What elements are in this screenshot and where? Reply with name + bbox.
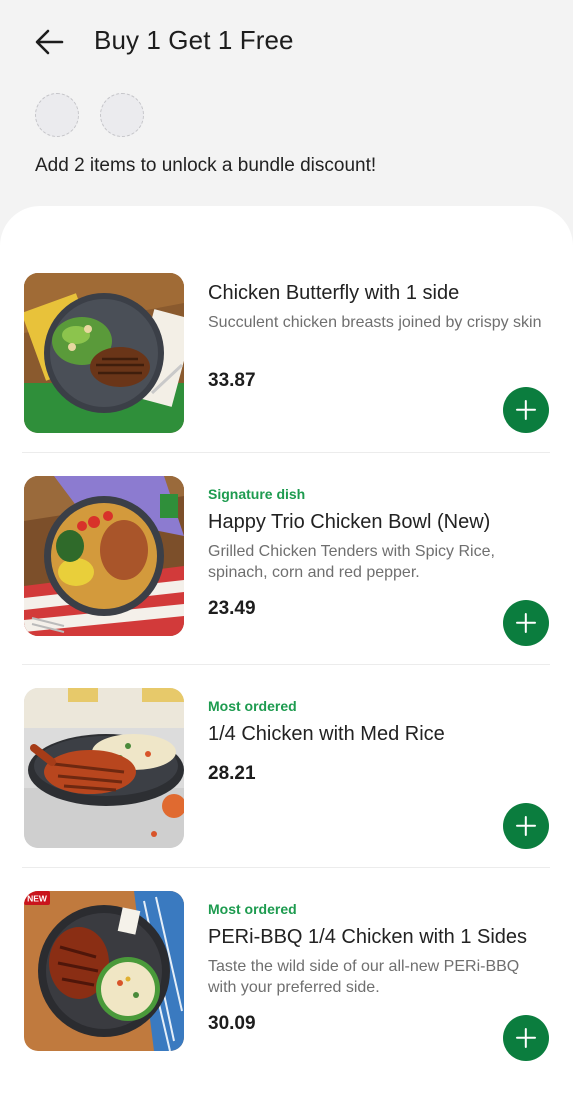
menu-item[interactable]: Signature dish Happy Trio Chicken Bowl (… — [0, 463, 573, 668]
page-title: Buy 1 Get 1 Free — [94, 25, 294, 55]
add-item-button[interactable] — [503, 387, 549, 433]
back-button[interactable] — [30, 24, 70, 60]
food-image — [24, 688, 184, 848]
bundle-slot-empty — [100, 93, 144, 137]
bundle-message: Add 2 items to unlock a bundle discount! — [35, 155, 377, 176]
item-name: Happy Trio Chicken Bowl (New) — [208, 511, 491, 533]
add-item-button[interactable] — [503, 600, 549, 646]
item-name: Chicken Butterfly with 1 side — [208, 282, 460, 304]
food-image — [24, 476, 184, 636]
item-price: 23.49 — [208, 598, 256, 619]
item-price: 33.87 — [208, 370, 256, 391]
item-description: Grilled Chicken Tenders with Spicy Rice,… — [208, 543, 495, 581]
item-name: PERi-BBQ 1/4 Chicken with 1 Sides — [208, 926, 528, 948]
menu-item[interactable]: NEW Most ordered PERi-BBQ 1/4 Chicken wi… — [0, 878, 573, 1083]
add-item-button[interactable] — [503, 803, 549, 849]
item-price: 30.09 — [208, 1013, 256, 1034]
arrow-left-icon — [35, 29, 64, 55]
food-image — [24, 273, 184, 433]
new-badge: NEW — [27, 894, 48, 904]
item-tag: Signature dish — [208, 486, 306, 502]
item-tag: Most ordered — [208, 698, 297, 714]
item-description: Succulent chicken breasts joined by cris… — [208, 314, 542, 331]
item-tag: Most ordered — [208, 901, 297, 917]
item-name: 1/4 Chicken with Med Rice — [208, 723, 445, 745]
divider — [22, 664, 550, 665]
header: Buy 1 Get 1 Free — [0, 0, 573, 84]
divider — [22, 452, 550, 453]
divider — [22, 867, 550, 868]
menu-item[interactable]: Chicken Butterfly with 1 side Succulent … — [0, 250, 573, 455]
add-item-button[interactable] — [503, 1015, 549, 1061]
item-description: Taste the wild side of our all-new PERi-… — [208, 958, 520, 996]
food-image: NEW — [24, 891, 184, 1051]
bundle-slot-empty — [35, 93, 79, 137]
menu-item[interactable]: Most ordered 1/4 Chicken with Med Rice 2… — [0, 675, 573, 880]
item-price: 28.21 — [208, 763, 256, 784]
